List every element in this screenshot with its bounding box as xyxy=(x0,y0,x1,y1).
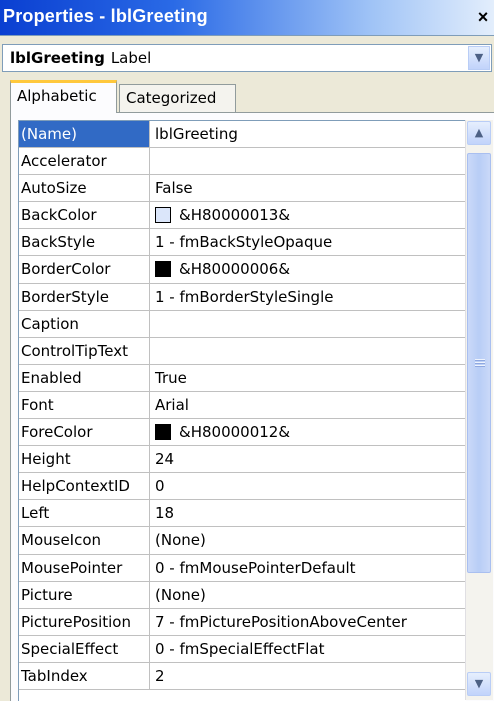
property-value[interactable]: True xyxy=(151,365,466,391)
property-name[interactable]: HelpContextID xyxy=(19,473,150,500)
property-row[interactable]: BackStyle 1 - fmBackStyleOpaque xyxy=(19,229,466,257)
property-name[interactable]: Height xyxy=(19,446,150,473)
property-row[interactable]: HelpContextID 0 xyxy=(19,473,466,501)
property-name[interactable]: BackStyle xyxy=(19,229,150,256)
property-row[interactable]: MousePointer 0 - fmMousePointerDefault xyxy=(19,554,466,582)
property-value[interactable]: &H80000012& xyxy=(151,419,466,445)
property-row[interactable]: BorderColor &H80000006& xyxy=(19,256,466,284)
property-value[interactable]: (None) xyxy=(151,582,466,608)
scroll-down-icon[interactable]: ▼ xyxy=(467,672,491,696)
property-row[interactable]: ForeColor &H80000012& xyxy=(19,419,466,447)
property-grid: (Name) lblGreeting Accelerator AutoSize Fals… xyxy=(18,120,466,701)
property-value-text: &H80000012& xyxy=(179,423,291,442)
color-swatch-icon xyxy=(155,206,171,223)
property-value[interactable]: 0 xyxy=(151,473,466,499)
object-type: Label xyxy=(110,49,152,67)
property-name[interactable]: Picture xyxy=(19,581,150,608)
property-name[interactable]: Caption xyxy=(19,310,150,337)
property-row[interactable]: BorderStyle 1 - fmBorderStyleSingle xyxy=(19,283,466,311)
tab-alphabetic[interactable]: Alphabetic xyxy=(10,80,117,113)
scroll-up-icon[interactable]: ▲ xyxy=(467,121,491,145)
property-name[interactable]: SpecialEffect xyxy=(19,635,150,662)
grip-icon xyxy=(475,359,485,368)
scroll-thumb[interactable] xyxy=(467,153,491,573)
property-value[interactable]: 7 - fmPicturePositionAboveCenter xyxy=(151,609,466,635)
property-value[interactable]: False xyxy=(151,175,466,201)
vertical-scrollbar[interactable]: ▲ ▼ xyxy=(465,120,493,700)
property-name[interactable]: (Name) xyxy=(19,121,150,148)
tab-categorized[interactable]: Categorized xyxy=(119,84,236,112)
property-row[interactable]: SpecialEffect 0 - fmSpecialEffectFlat xyxy=(19,635,466,663)
property-name[interactable]: BorderColor xyxy=(19,256,150,283)
property-name[interactable]: ControlTipText xyxy=(19,337,150,364)
property-value[interactable]: 2 xyxy=(151,663,466,689)
property-row[interactable]: TabIndex 2 xyxy=(19,662,466,690)
property-value[interactable]: 0 - fmMousePointerDefault xyxy=(151,555,466,581)
property-row[interactable]: PicturePosition 7 - fmPicturePositionAbov… xyxy=(19,608,466,636)
property-name[interactable]: BorderStyle xyxy=(19,283,150,310)
chevron-down-icon[interactable]: ▼ xyxy=(468,46,490,70)
property-name[interactable]: Left xyxy=(19,500,150,527)
property-value[interactable]: (None) xyxy=(151,527,466,553)
property-name[interactable]: Accelerator xyxy=(19,148,150,175)
property-name[interactable]: MousePointer xyxy=(19,554,150,581)
object-name-text: lblGreeting xyxy=(10,49,105,67)
property-name[interactable]: MouseIcon xyxy=(19,527,150,554)
property-value[interactable]: &H80000013& xyxy=(151,202,466,228)
property-name[interactable]: Enabled xyxy=(19,364,150,391)
property-row[interactable]: Left 18 xyxy=(19,500,466,528)
property-row[interactable]: Enabled True xyxy=(19,364,466,392)
property-name[interactable]: ForeColor xyxy=(19,419,150,446)
object-selector[interactable]: lblGreeting Label ▼ xyxy=(2,44,492,72)
property-name[interactable]: PicturePosition xyxy=(19,608,150,635)
property-value[interactable]: 1 - fmBackStyleOpaque xyxy=(151,229,466,255)
property-value[interactable] xyxy=(151,148,466,174)
property-value[interactable]: 18 xyxy=(151,500,466,526)
window-title: Properties - lblGreeting xyxy=(3,6,208,26)
property-row[interactable]: Picture (None) xyxy=(19,581,466,609)
property-value-text: &H80000006& xyxy=(179,260,291,279)
property-value[interactable] xyxy=(151,311,466,337)
property-value[interactable]: 24 xyxy=(151,446,466,472)
property-row[interactable]: Font Arial xyxy=(19,391,466,420)
title-bar: Properties - lblGreeting × xyxy=(0,0,494,36)
property-value[interactable]: 1 - fmBorderStyleSingle xyxy=(151,284,466,310)
property-row[interactable]: AutoSize False xyxy=(19,175,466,203)
object-name: lblGreeting Label xyxy=(10,49,151,67)
property-row[interactable]: Caption xyxy=(19,310,466,338)
property-name[interactable]: AutoSize xyxy=(19,175,150,202)
property-value[interactable]: &H80000006& xyxy=(151,256,466,282)
property-value[interactable] xyxy=(151,338,466,364)
property-name[interactable]: BackColor xyxy=(19,202,150,229)
property-value[interactable]: Arial xyxy=(151,392,466,418)
property-name[interactable]: TabIndex xyxy=(19,662,150,689)
property-row[interactable]: (Name) lblGreeting xyxy=(19,121,466,149)
property-row[interactable]: Height 24 xyxy=(19,446,466,474)
close-icon[interactable]: × xyxy=(475,8,491,26)
property-row[interactable]: BackColor &H80000013& xyxy=(19,202,466,230)
color-swatch-icon xyxy=(155,423,171,440)
property-row[interactable]: MouseIcon (None) xyxy=(19,527,466,555)
property-value[interactable]: lblGreeting xyxy=(151,121,466,147)
property-row[interactable]: Accelerator xyxy=(19,148,466,176)
color-swatch-icon xyxy=(155,260,171,277)
property-row[interactable]: ControlTipText xyxy=(19,337,466,365)
property-value[interactable]: 0 - fmSpecialEffectFlat xyxy=(151,636,466,662)
property-name[interactable]: Font xyxy=(19,391,150,419)
property-value-text: &H80000013& xyxy=(179,206,291,225)
